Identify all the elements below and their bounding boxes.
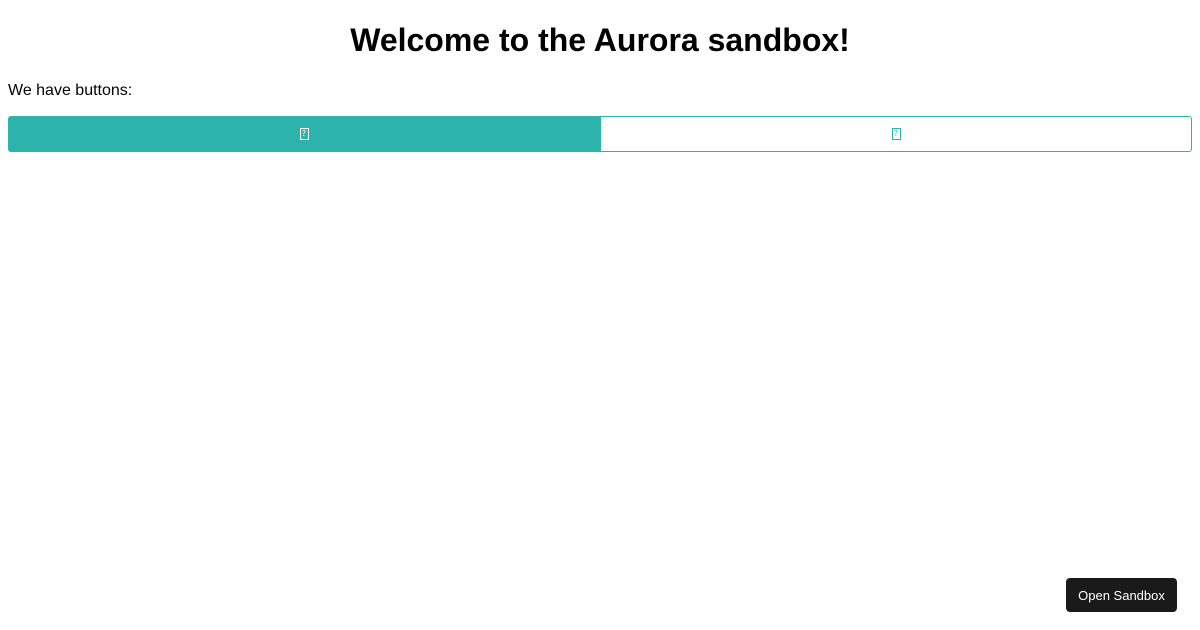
missing-glyph-icon: ? <box>891 128 901 140</box>
secondary-button[interactable]: ? <box>600 116 1192 152</box>
open-sandbox-button[interactable]: Open Sandbox <box>1066 578 1177 612</box>
missing-glyph-icon: ? <box>299 128 309 140</box>
primary-button[interactable]: ? <box>8 116 600 152</box>
button-group: ? ? <box>8 116 1192 152</box>
page-title: Welcome to the Aurora sandbox! <box>350 22 850 58</box>
intro-text: We have buttons: <box>8 82 133 99</box>
